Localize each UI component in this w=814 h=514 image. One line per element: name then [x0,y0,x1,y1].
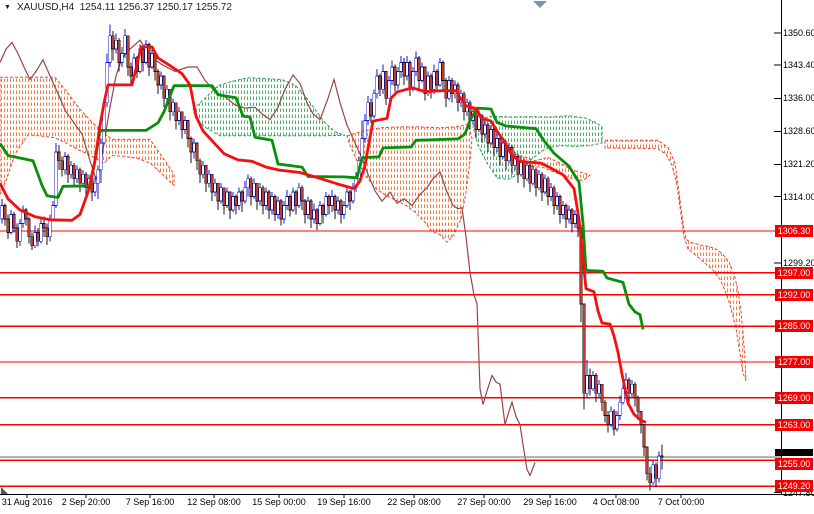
price-level-label-1255.00: 1255.00 [775,458,813,471]
price-level-label-1269.00: 1269.00 [775,391,813,404]
price-level-label-1285.00: 1285.00 [775,320,813,333]
price-level-label-1306.30: 1306.30 [775,225,813,237]
time-label: 19 Sep 16:00 [317,497,371,507]
ichimoku-cloud-6 [604,139,747,381]
price-level-label-1292.00: 1292.00 [775,288,813,301]
ichimoku-cloud-3 [346,123,473,243]
price-chart-canvas[interactable] [0,0,814,514]
price-tick-1321.20: 1321.20 [783,159,814,170]
scroll-corner-icon [1,487,8,494]
tenkan-sen-line [0,45,647,424]
price-level-label-1277.00: 1277.00 [775,356,813,368]
price-tick-1314.00: 1314.00 [783,191,814,202]
level-lines [0,230,781,487]
price-level-label-1263.00: 1263.00 [775,418,813,431]
price-tick-1328.60: 1328.60 [783,126,814,137]
price-tick-1336.00: 1336.00 [783,93,814,104]
chart-title: ▼ XAUUSD,H4 1254.11 1256.37 1250.17 1255… [4,2,232,13]
chart-window: ▼ XAUUSD,H4 1254.11 1256.37 1250.17 1255… [0,0,814,514]
collapse-icon[interactable]: ▼ [4,3,11,13]
down-arrow-marker[interactable] [533,1,547,8]
time-label: 22 Sep 08:00 [387,497,441,507]
ichimoku-cloud-2 [192,77,346,137]
price-tick-1343.40: 1343.40 [783,60,814,71]
price-level-label-1297.00: 1297.00 [775,266,813,279]
price-tick-1350.60: 1350.60 [783,28,814,38]
price-level-label-1249.20: 1249.20 [775,480,813,493]
symbol-ohlc-text: XAUUSD,H4 1254.11 1256.37 1250.17 1255.7… [16,2,232,13]
time-label: 7 Oct 00:00 [657,497,705,507]
candlesticks [0,24,664,491]
bid-price-label [775,449,813,457]
